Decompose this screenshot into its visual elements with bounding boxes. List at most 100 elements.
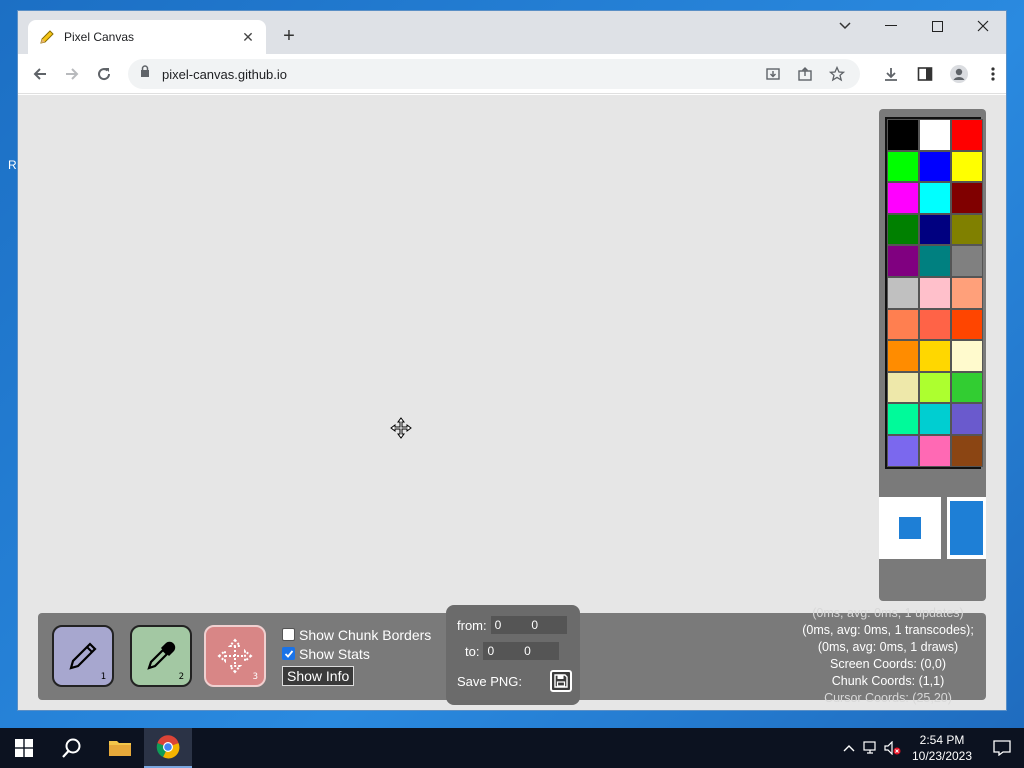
palette-swatch[interactable] [887, 434, 919, 467]
move-arrows-icon [217, 638, 253, 674]
downloads-icon[interactable] [876, 59, 906, 89]
palette-swatch[interactable] [919, 150, 951, 183]
clock[interactable]: 2:54 PM 10/23/2023 [904, 732, 980, 764]
start-button[interactable] [0, 728, 48, 768]
palette-swatch[interactable] [951, 403, 983, 435]
from-input[interactable]: 0 0 [490, 616, 567, 634]
network-icon[interactable] [860, 728, 882, 768]
pencil-tool-button[interactable]: 1 [52, 625, 114, 687]
tab-search-icon[interactable] [822, 11, 868, 41]
palette-swatch[interactable] [951, 245, 983, 277]
palette-swatch[interactable] [887, 119, 919, 151]
save-png-label: Save PNG: [457, 673, 523, 689]
color-picker-tool-button[interactable]: 2 [130, 625, 192, 687]
bookmark-star-icon[interactable] [826, 63, 848, 85]
palette-swatch[interactable] [919, 119, 951, 151]
save-png-button[interactable] [550, 670, 573, 692]
current-colors [879, 497, 986, 559]
palette-swatch[interactable] [951, 308, 983, 341]
move-tool-button[interactable]: 3 [204, 625, 266, 687]
chrome-icon [156, 735, 180, 759]
pencil-tool-number: 1 [100, 672, 106, 682]
show-stats-option[interactable]: Show Stats [282, 644, 431, 663]
palette-swatch[interactable] [919, 434, 951, 467]
new-tab-icon[interactable]: + [277, 25, 301, 49]
clock-time: 2:54 PM [919, 733, 965, 747]
palette-swatch[interactable] [919, 245, 951, 277]
region-export-panel: from: 0 0 to: 0 0 Save PNG: [446, 605, 580, 705]
palette-swatch[interactable] [951, 434, 983, 467]
secondary-color-slot[interactable] [947, 497, 986, 559]
palette-swatch[interactable] [887, 150, 919, 183]
palette-swatch[interactable] [919, 340, 951, 372]
search-icon [62, 738, 81, 758]
notifications-icon[interactable] [980, 728, 1024, 768]
palette-swatch[interactable] [887, 182, 919, 214]
stats-transcodes: (0ms, avg: 0ms, 1 transcodes); [802, 623, 974, 637]
palette-swatch[interactable] [919, 213, 951, 246]
minimize-icon[interactable] [868, 11, 914, 41]
palette-swatch[interactable] [887, 403, 919, 435]
from-y-value: 0 [531, 618, 538, 632]
file-explorer-button[interactable] [96, 728, 144, 768]
windows-logo-icon [15, 739, 33, 757]
browser-tab[interactable]: Pixel Canvas ✕ [28, 20, 266, 54]
taskbar: 2:54 PM 10/23/2023 [0, 728, 1024, 768]
secondary-color-swatch [950, 501, 983, 555]
reload-icon[interactable] [88, 58, 120, 90]
palette-swatch[interactable] [887, 371, 919, 404]
palette-swatch[interactable] [951, 340, 983, 372]
primary-color-slot[interactable] [879, 497, 941, 559]
volume-muted-icon[interactable] [882, 728, 904, 768]
chrome-taskbar-button[interactable] [144, 728, 192, 768]
show-info-button[interactable]: Show Info [282, 666, 355, 686]
url-text[interactable]: pixel-canvas.github.io [162, 67, 762, 82]
color-palette [879, 109, 986, 601]
pencil-icon [69, 642, 97, 670]
close-icon[interactable] [960, 11, 1006, 41]
palette-swatch[interactable] [951, 276, 983, 309]
back-icon[interactable] [24, 58, 56, 90]
chunk-borders-option[interactable]: Show Chunk Borders [282, 625, 431, 644]
palette-swatch[interactable] [951, 182, 983, 214]
profile-avatar-icon[interactable] [944, 59, 974, 89]
palette-swatch[interactable] [919, 276, 951, 309]
forward-icon[interactable] [56, 58, 88, 90]
to-label: to: [465, 643, 480, 659]
tab-close-icon[interactable]: ✕ [240, 29, 256, 46]
palette-swatch[interactable] [951, 119, 983, 151]
palette-swatch[interactable] [951, 213, 983, 246]
side-panel-icon[interactable] [910, 59, 940, 89]
palette-swatch[interactable] [887, 340, 919, 372]
palette-swatch[interactable] [951, 150, 983, 183]
palette-swatch[interactable] [951, 371, 983, 404]
palette-swatch[interactable] [919, 308, 951, 341]
share-icon[interactable] [794, 63, 816, 85]
palette-swatch[interactable] [887, 213, 919, 246]
palette-swatch[interactable] [919, 182, 951, 214]
stats-readout: (0ms, avg: 0ms, 1 updates) (0ms, avg: 0m… [788, 605, 988, 707]
palette-swatch[interactable] [887, 245, 919, 277]
address-bar[interactable]: pixel-canvas.github.io [128, 59, 860, 89]
stats-screen-coords: Screen Coords: (0,0) [829, 657, 947, 671]
show-stats-checkbox[interactable] [282, 647, 295, 660]
search-button[interactable] [48, 728, 96, 768]
chunk-borders-label: Show Chunk Borders [299, 626, 432, 643]
move-tool-number: 3 [252, 672, 258, 682]
browser-window: Pixel Canvas ✕ + pixel-canvas.github.io … [17, 10, 1007, 711]
install-app-icon[interactable] [762, 63, 784, 85]
palette-swatch[interactable] [887, 308, 919, 341]
chunk-borders-checkbox[interactable] [282, 628, 295, 641]
show-stats-label: Show Stats [299, 645, 370, 662]
eyedropper-icon [147, 641, 176, 670]
palette-swatch[interactable] [887, 276, 919, 309]
show-hidden-icons-icon[interactable] [838, 728, 860, 768]
to-input[interactable]: 0 0 [483, 642, 560, 660]
palette-swatch[interactable] [919, 371, 951, 404]
clock-date: 10/23/2023 [911, 749, 973, 763]
stats-draws: (0ms, avg: 0ms, 1 draws) [817, 640, 959, 654]
menu-kebab-icon[interactable] [978, 59, 1006, 89]
maximize-icon[interactable] [914, 11, 960, 41]
pixel-canvas-page[interactable]: 1 2 3 Show Chunk Borders Show Stats Show… [18, 95, 1006, 710]
palette-swatch[interactable] [919, 403, 951, 435]
